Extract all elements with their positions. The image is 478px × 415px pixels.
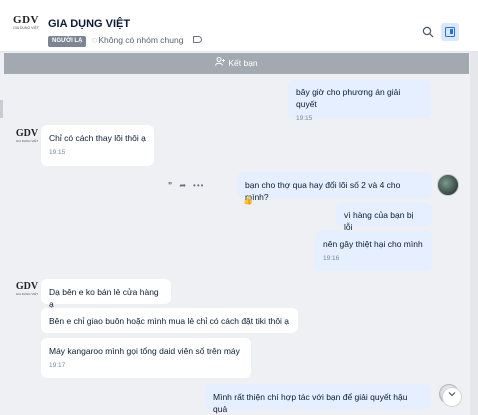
- common-groups-label: Không có nhóm chung: [98, 35, 184, 45]
- logo-text: GDV: [13, 14, 39, 26]
- message-text: Máy kangaroo mình gọi tổng daid viên số …: [49, 346, 240, 356]
- message-time: 19:15: [49, 149, 66, 156]
- message-bubble[interactable]: vì hàng của bạn bị lỗi: [336, 203, 432, 232]
- chevron-down-icon: [448, 392, 456, 397]
- message-time: 19:16: [323, 255, 340, 262]
- message-bubble[interactable]: bạn cho thợ qua hay đổi lõi số 2 và 4 ch…: [237, 172, 432, 202]
- tag-icon[interactable]: [193, 36, 202, 43]
- avatar-logo-text: GDV: [15, 128, 39, 139]
- message-text: Bên e chỉ giao buôn hoặc mình mua lẻ chỉ…: [49, 316, 290, 326]
- message-bubble[interactable]: Chỉ có cách thay lõi thôi ạ 19:15: [41, 125, 154, 166]
- message-text: bạn cho thợ qua hay đổi lõi số 2 và 4 ch…: [245, 180, 401, 202]
- chat-header: GDV GIA DỤNG VIỆT GIA DỤNG VIỆT NGƯỜI LẠ…: [0, 0, 478, 52]
- add-friend-label: Kết bạn: [228, 58, 258, 68]
- message-text: bây giờ cho phương án giải quyết: [296, 87, 401, 109]
- forward-icon[interactable]: ➦: [179, 181, 187, 190]
- message-time: 19:15: [296, 115, 313, 122]
- like-icon[interactable]: 👍: [243, 196, 253, 205]
- add-friend-bar[interactable]: Kết bạn: [4, 53, 469, 74]
- side-panel-edge: [470, 52, 478, 415]
- left-scroll-indicator: [0, 100, 3, 118]
- message-text: Mình rất thiện chí hợp tác với bạn để gi…: [213, 392, 408, 414]
- user-avatar[interactable]: [437, 174, 459, 196]
- avatar-logo-text: GDV: [15, 281, 39, 292]
- message-actions: ❞ ➦ •••: [168, 181, 210, 190]
- message-text: Dạ bên e ko bán lẻ cửa hàng ạ: [49, 287, 159, 309]
- message-text: vì hàng của bạn bị lỗi: [344, 210, 414, 232]
- common-groups[interactable]: ◌Không có nhóm chung: [92, 35, 183, 45]
- message-text: nên gây thiệt hại cho mình: [323, 239, 423, 249]
- quote-icon[interactable]: ❞: [168, 181, 173, 190]
- message-bubble[interactable]: Máy kangaroo mình gọi tổng daid viên số …: [41, 338, 251, 378]
- message-time: 19:17: [49, 362, 66, 369]
- panel-toggle-button[interactable]: [441, 23, 459, 41]
- add-friend-icon: [215, 53, 226, 74]
- message-text: Chỉ có cách thay lõi thôi ạ: [49, 133, 146, 143]
- sender-avatar[interactable]: GDV GIA DỤNG VIỆT: [12, 282, 42, 302]
- panel-toggle-icon: [445, 27, 455, 37]
- more-icon[interactable]: •••: [193, 181, 204, 190]
- avatar-logo-subtext: GIA DỤNG VIỆT: [15, 139, 39, 143]
- message-bubble[interactable]: Bên e chỉ giao buôn hoặc mình mua lẻ chỉ…: [41, 308, 298, 333]
- message-bubble[interactable]: Dạ bên e ko bán lẻ cửa hàng ạ: [41, 279, 171, 309]
- logo-subtext: GIA DỤNG VIỆT: [13, 26, 39, 30]
- message-bubble[interactable]: Mình rất thiện chí hợp tác với bạn để gi…: [205, 384, 431, 414]
- scroll-to-bottom-button[interactable]: [442, 387, 462, 407]
- group-icon: ◌: [92, 35, 98, 45]
- avatar-logo-subtext: GIA DỤNG VIỆT: [15, 292, 39, 296]
- avatar-logo[interactable]: GDV GIA DỤNG VIỆT: [8, 15, 44, 39]
- message-bubble[interactable]: bây giờ cho phương án giải quyết 19:15: [288, 80, 431, 122]
- sender-avatar[interactable]: GDV GIA DỤNG VIỆT: [12, 129, 42, 149]
- stranger-badge: NGƯỜI LẠ: [48, 36, 87, 47]
- message-bubble[interactable]: nên gây thiệt hại cho mình 19:16: [315, 231, 432, 271]
- conversation-title[interactable]: GIA DỤNG VIỆT: [48, 18, 130, 30]
- search-icon[interactable]: [422, 26, 434, 38]
